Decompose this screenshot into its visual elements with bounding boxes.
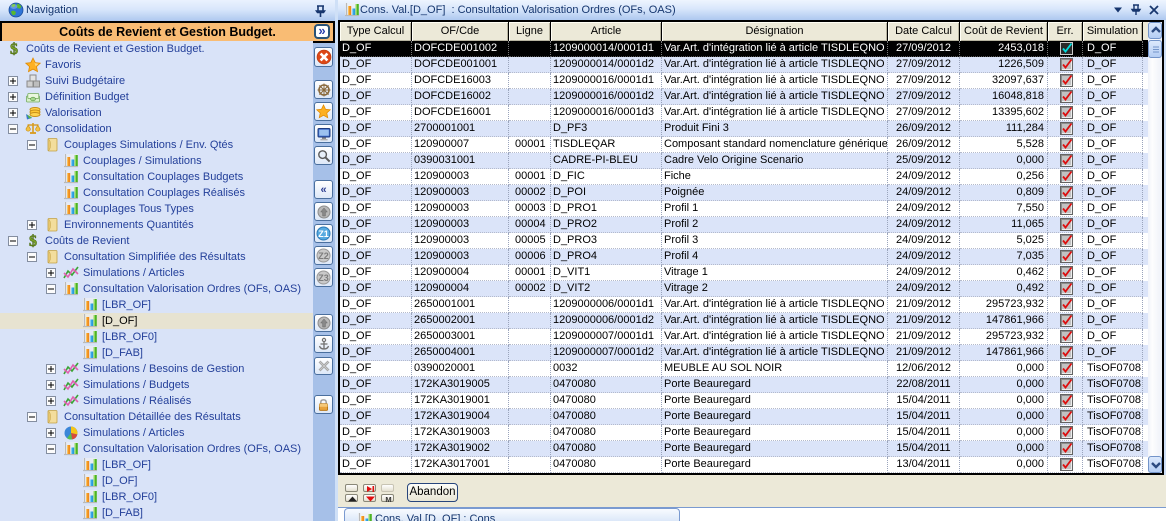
svg-text:Z2: Z2 bbox=[318, 251, 329, 261]
svg-text:Z1: Z1 bbox=[318, 229, 329, 239]
svg-text:$: $ bbox=[29, 233, 37, 249]
svg-text:M: M bbox=[385, 495, 391, 503]
svg-text:$: $ bbox=[10, 41, 18, 57]
svg-text:Z3: Z3 bbox=[318, 273, 329, 283]
